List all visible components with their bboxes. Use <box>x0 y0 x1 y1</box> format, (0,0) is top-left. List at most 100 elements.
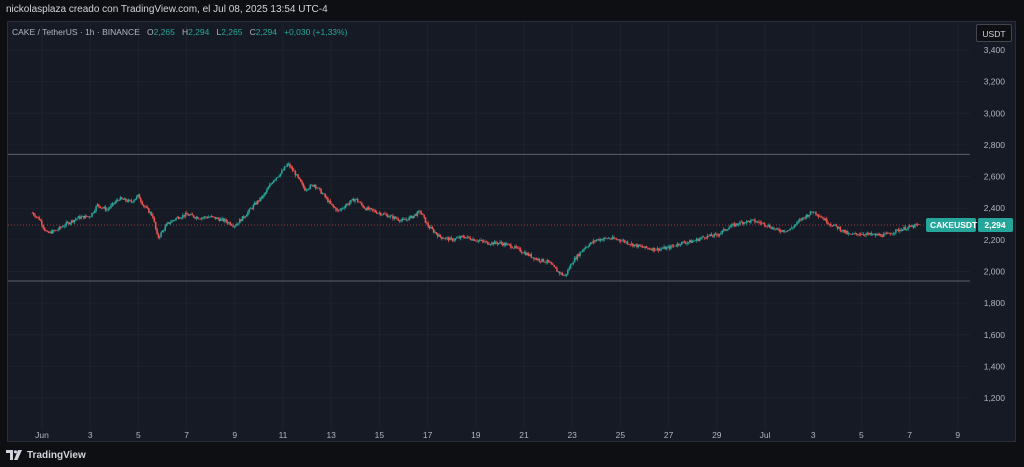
candle-body <box>93 210 96 213</box>
y-tick-label: 3,400 <box>984 45 1006 55</box>
candle-body <box>403 218 405 220</box>
candle-body <box>572 262 575 264</box>
candle-body <box>519 248 522 252</box>
x-tick-label: 23 <box>567 430 577 440</box>
candle-body <box>421 213 424 215</box>
candle-body <box>160 232 162 237</box>
candle-body <box>386 214 389 218</box>
candle-body <box>80 216 82 219</box>
candle-body <box>655 250 657 251</box>
candle-body <box>564 275 566 276</box>
candle-body <box>164 226 167 231</box>
candle-body <box>325 197 328 198</box>
candle-body <box>694 240 697 242</box>
candle-body <box>271 182 274 184</box>
candle-body <box>95 206 97 211</box>
candle-body <box>289 163 291 168</box>
candle-body <box>792 227 794 229</box>
candle-body <box>76 218 78 220</box>
candle-body <box>439 234 442 237</box>
candle-body <box>108 207 111 209</box>
candle-body <box>882 233 885 237</box>
candle-body <box>731 224 733 227</box>
candle-body <box>318 187 321 190</box>
candle-body <box>569 264 572 269</box>
symbol-title[interactable]: CAKE / TetherUS · 1h · BINANCE <box>12 27 140 37</box>
x-tick-label: 3 <box>88 430 93 440</box>
candle-body <box>333 206 336 208</box>
candle-body <box>888 232 890 234</box>
candle-body <box>580 251 583 253</box>
candle-body <box>440 236 443 239</box>
y-tick-label: 3,000 <box>984 108 1006 118</box>
candle-body <box>43 227 46 231</box>
candle-body <box>138 194 141 199</box>
candle-body <box>561 272 564 276</box>
currency-unit-button[interactable]: USDT <box>976 24 1012 42</box>
candle-body <box>297 174 299 178</box>
candle-body <box>99 206 101 208</box>
y-tick-label: 2,800 <box>984 140 1006 150</box>
candle-body <box>699 237 702 239</box>
candle-body <box>148 208 150 214</box>
candle-body <box>880 234 882 237</box>
candle-body <box>793 225 796 228</box>
candle-body <box>816 214 819 216</box>
candle-body <box>763 222 766 226</box>
candle-body <box>144 205 146 207</box>
candle-body <box>217 217 219 219</box>
candle-body <box>497 243 500 245</box>
candle-body <box>121 197 123 199</box>
candle-body <box>487 241 489 245</box>
price-tag-symbol: CAKEUSDT <box>930 220 978 230</box>
candle-body <box>267 187 270 190</box>
candle-body <box>661 248 664 250</box>
candle-body <box>571 263 573 265</box>
candle-body <box>512 247 515 249</box>
candle-body <box>613 237 615 239</box>
candle-body <box>314 184 317 188</box>
candle-body <box>683 241 686 243</box>
candle-body <box>302 183 305 188</box>
price-chart[interactable]: 3,400 3,200 3,000 2,800 2,600 2,400 2,200 2,000… <box>0 0 1024 467</box>
candle-body <box>282 170 284 171</box>
candle-body <box>794 224 797 226</box>
candle-body <box>301 181 303 184</box>
candle-body <box>862 234 865 235</box>
symbol-legend: CAKE / TetherUS · 1h · BINANCE O2,265 H2… <box>12 27 347 37</box>
candle-body <box>272 180 275 183</box>
change-value: +0,030 (+1,33%) <box>284 27 348 37</box>
candle-body <box>427 223 430 227</box>
candle-body <box>397 218 400 221</box>
candle-body <box>432 229 435 233</box>
candle-body <box>219 218 222 221</box>
y-tick-label: 1,600 <box>984 330 1006 340</box>
candle-body <box>645 246 648 248</box>
candle-body <box>152 215 154 218</box>
candle-body <box>394 216 397 219</box>
candle-body <box>131 201 134 203</box>
candle-body <box>825 218 828 223</box>
candle-body <box>356 198 359 202</box>
candle-body <box>270 183 272 185</box>
candle-body <box>703 237 706 239</box>
y-tick-label: 3,200 <box>984 77 1006 87</box>
candle-body <box>720 232 722 234</box>
candle-body <box>275 177 278 180</box>
x-tick-label: 11 <box>279 430 288 440</box>
candle-body <box>556 268 558 272</box>
low-value: 2,265 <box>221 27 243 37</box>
candle-body <box>790 228 793 229</box>
candle-body <box>769 225 771 228</box>
candle-body <box>291 167 294 171</box>
candle-body <box>821 217 824 219</box>
candle-body <box>202 217 204 219</box>
candle-body <box>91 212 93 217</box>
x-tick-label: 7 <box>907 430 912 440</box>
brand-name: TradingView <box>27 449 86 461</box>
candle-body <box>726 229 729 230</box>
candle-body <box>141 201 143 205</box>
candle-body <box>626 241 629 245</box>
candle-body <box>324 193 326 198</box>
candle-body <box>264 192 267 195</box>
